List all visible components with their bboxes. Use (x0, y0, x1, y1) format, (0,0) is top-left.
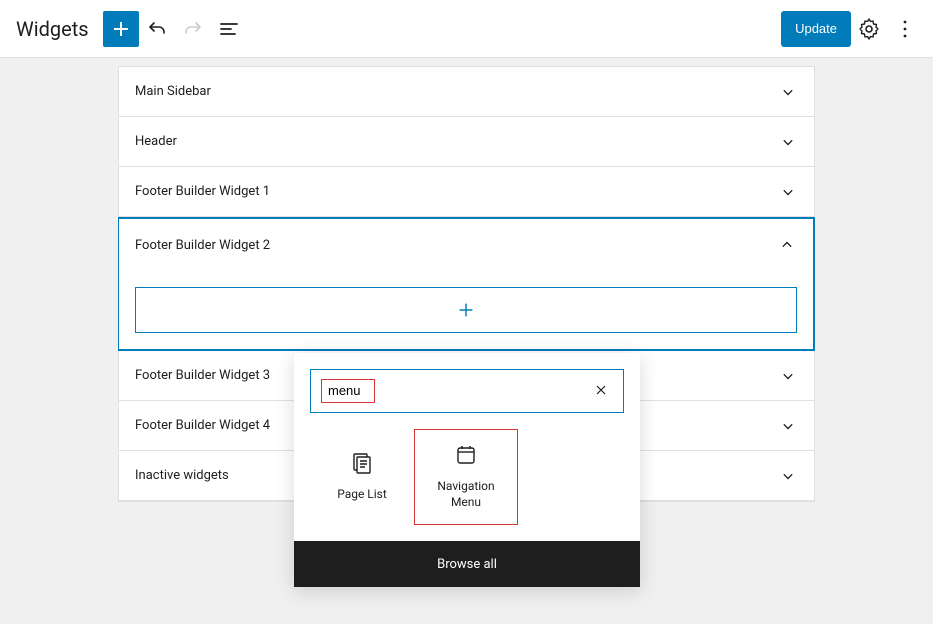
block-card-navigation-menu[interactable]: Navigation Menu (414, 429, 518, 525)
widget-areas-panel: Main Sidebar Header Footer Builder Widge… (118, 66, 815, 502)
widget-area-label: Main Sidebar (135, 84, 211, 99)
block-inserter-popover: Page List Navigation Menu Browse all (294, 353, 640, 587)
widget-area-header[interactable]: Header (119, 117, 814, 166)
widget-area-label: Footer Builder Widget 1 (135, 184, 270, 199)
chevron-down-icon (778, 466, 798, 486)
page-title: Widgets (16, 17, 89, 41)
redo-icon (181, 17, 205, 41)
top-toolbar: Widgets Update (0, 0, 933, 58)
widget-area: Footer Builder Widget 1 (119, 167, 814, 217)
widget-area-label: Footer Builder Widget 2 (135, 238, 270, 253)
kebab-icon (893, 17, 917, 41)
content-area: Main Sidebar Header Footer Builder Widge… (0, 58, 933, 502)
undo-button[interactable] (139, 11, 175, 47)
search-box (310, 369, 624, 413)
block-card-label: Page List (337, 487, 387, 503)
chevron-down-icon (778, 182, 798, 202)
settings-button[interactable] (851, 11, 887, 47)
list-view-icon (217, 17, 241, 41)
block-results: Page List Navigation Menu (294, 429, 640, 541)
widget-area-expanded: Footer Builder Widget 2 (118, 217, 815, 351)
widget-area: Main Sidebar (119, 67, 814, 117)
plus-icon (455, 299, 477, 321)
widget-area: Header (119, 117, 814, 167)
widget-area-label: Inactive widgets (135, 468, 229, 483)
navigation-menu-icon (454, 443, 478, 467)
clear-search-button[interactable] (589, 378, 613, 405)
widget-area-label: Footer Builder Widget 4 (135, 418, 270, 433)
list-view-button[interactable] (211, 11, 247, 47)
update-button[interactable]: Update (781, 11, 851, 47)
undo-icon (145, 17, 169, 41)
chevron-down-icon (778, 416, 798, 436)
chevron-down-icon (778, 366, 798, 386)
search-wrap (294, 353, 640, 429)
widget-area-label: Footer Builder Widget 3 (135, 368, 270, 383)
chevron-down-icon (778, 132, 798, 152)
widget-area-header[interactable]: Footer Builder Widget 1 (119, 167, 814, 216)
widget-area-header[interactable]: Footer Builder Widget 2 (119, 219, 813, 271)
widget-area-header[interactable]: Main Sidebar (119, 67, 814, 116)
add-block-placeholder-button[interactable] (135, 287, 797, 333)
page-list-icon (350, 451, 374, 475)
widget-area-label: Header (135, 134, 177, 149)
close-icon (593, 382, 609, 398)
browse-all-button[interactable]: Browse all (294, 541, 640, 587)
add-block-button[interactable] (103, 11, 139, 47)
chevron-up-icon (777, 235, 797, 255)
block-card-label: Navigation Menu (423, 479, 509, 510)
gear-icon (857, 17, 881, 41)
chevron-down-icon (778, 82, 798, 102)
options-button[interactable] (887, 11, 923, 47)
search-term-highlight (321, 379, 375, 403)
block-search-input[interactable] (328, 383, 368, 398)
redo-button[interactable] (175, 11, 211, 47)
plus-icon (109, 17, 133, 41)
block-card-page-list[interactable]: Page List (310, 429, 414, 525)
add-block-row (119, 271, 813, 349)
